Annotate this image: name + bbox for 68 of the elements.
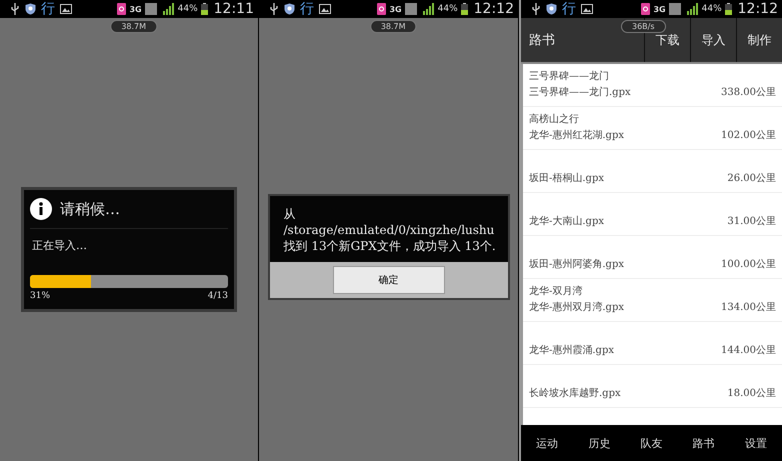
route-distance: 134.00公里 — [721, 301, 776, 314]
progress-percent: 31% — [30, 291, 50, 301]
header-title: 路书 — [528, 32, 556, 49]
battery-icon — [724, 3, 732, 15]
image-icon — [60, 4, 72, 14]
route-title: 龙华-双月湾 — [529, 284, 584, 298]
dialog-message: 正在导入… — [31, 238, 88, 254]
dialog-message: 从 /storage/emulated/0/xingzhe/lushu 找到 13个新GPX文件，成功导入 13个. — [270, 196, 508, 262]
clock: 12:11 — [214, 1, 254, 17]
route-file: 龙华-大南山.gpx — [529, 214, 604, 228]
app-icon — [641, 3, 650, 15]
shield-icon — [25, 3, 36, 15]
route-distance: 18.00公里 — [727, 387, 776, 400]
route-distance: 102.00公里 — [721, 129, 776, 142]
shield-icon — [284, 3, 295, 15]
route-file: 长岭坡水库越野.gpx — [529, 386, 621, 400]
image-icon — [319, 4, 331, 14]
app-glyph: 行 — [562, 1, 576, 17]
route-file: 龙华-惠州霞涌.gpx — [529, 344, 614, 357]
app-icon — [377, 3, 386, 15]
route-title: 三号界碑——龙门 — [529, 70, 610, 83]
app-glyph: 行 — [300, 1, 314, 17]
battery-icon — [460, 3, 468, 15]
route-distance: 26.00公里 — [727, 172, 776, 185]
signal-icon — [668, 3, 699, 15]
image-icon — [581, 4, 593, 14]
route-row[interactable]: 坂田-惠州阿婆角.gpx 100.00公里 — [523, 236, 782, 279]
speed-chip: 38.7M — [370, 20, 417, 33]
battery-icon — [200, 3, 208, 15]
route-distance: 144.00公里 — [721, 344, 776, 357]
route-row[interactable]: 长岭坡水库越野.gpx 18.00公里 — [523, 365, 782, 408]
speed-chip: 38.7M — [110, 20, 158, 33]
network-type: 3G — [389, 4, 402, 14]
battery-percent: 44% — [178, 4, 198, 14]
route-file: 龙华-惠州红花湖.gpx — [529, 128, 624, 142]
route-file: 龙华-惠州双月湾.gpx — [529, 300, 624, 314]
speed-chip: 36B/s — [621, 20, 666, 33]
route-row[interactable]: 三号界碑——龙门 三号界碑——龙门.gpx 338.00公里 — [523, 64, 782, 107]
route-title: 高榜山之行 — [529, 112, 580, 126]
app-icon — [117, 3, 126, 15]
clock: 12:12 — [474, 1, 514, 17]
battery-percent: 44% — [438, 4, 458, 14]
usb-icon — [10, 3, 20, 15]
usb-icon — [269, 3, 279, 15]
signal-icon — [144, 3, 175, 15]
route-file: 坂田-惠州阿婆角.gpx — [529, 258, 624, 271]
network-type: 3G — [653, 4, 666, 14]
route-distance: 338.00公里 — [721, 86, 776, 99]
route-distance: 100.00公里 — [721, 258, 776, 271]
route-distance: 31.00公里 — [727, 215, 776, 228]
route-row[interactable]: 高榜山之行 龙华-惠州红花湖.gpx 102.00公里 — [523, 107, 782, 150]
route-file: 坂田-梧桐山.gpx — [529, 172, 604, 185]
route-row[interactable]: 龙华-大南山.gpx 31.00公里 — [523, 193, 782, 236]
route-row[interactable]: 龙华-惠州霞涌.gpx 144.00公里 — [523, 322, 782, 365]
usb-icon — [531, 3, 541, 15]
route-row[interactable]: 坂田-梧桐山.gpx 26.00公里 — [523, 150, 782, 193]
info-icon — [30, 198, 52, 220]
signal-icon — [404, 3, 435, 15]
progress-count: 4/13 — [208, 291, 228, 301]
route-file: 三号界碑——龙门.gpx — [529, 86, 631, 99]
battery-percent: 44% — [702, 4, 722, 14]
shield-icon — [546, 3, 557, 15]
dialog-title: 请稍候… — [60, 200, 120, 218]
network-type: 3G — [129, 4, 142, 14]
route-row[interactable]: 龙华-双月湾 龙华-惠州双月湾.gpx 134.00公里 — [523, 279, 782, 322]
clock: 12:12 — [738, 1, 778, 17]
confirm-button[interactable]: 确定 — [332, 266, 444, 294]
app-glyph: 行 — [41, 1, 55, 17]
